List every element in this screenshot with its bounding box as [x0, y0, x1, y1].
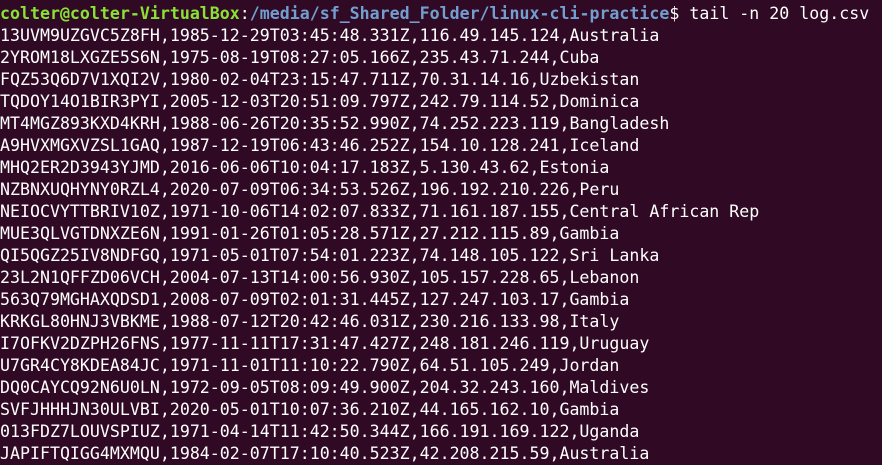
- output-line: U7GR4CY8KDEA84JC,1971-11-01T11:10:22.790…: [0, 356, 620, 375]
- prompt-user-host: colter@colter-VirtualBox: [0, 4, 240, 23]
- output-line: 23L2N1QFFZD06VCH,2004-07-13T14:00:56.930…: [0, 268, 640, 287]
- command-text: tail -n 20 log.csv: [689, 4, 870, 23]
- output-line: 013FDZ7LOUVSPIUZ,1971-04-14T11:42:50.344…: [0, 422, 640, 441]
- output-line: MHQ2ER2D3943YJMD,2016-06-06T10:04:17.183…: [0, 158, 610, 177]
- output-line: DQ0CAYCQ92N6U0LN,1972-09-05T08:09:49.900…: [0, 378, 650, 397]
- prompt-separator: :: [239, 4, 250, 23]
- output-line: QI5QGZ25IV8NDFGQ,1971-05-01T07:54:01.223…: [0, 246, 660, 265]
- output-line: SVFJHHHJN30ULVBI,2020-05-01T10:07:36.210…: [0, 400, 620, 419]
- output-line: KRKGL80HNJ3VBKME,1988-07-12T20:42:46.031…: [0, 312, 620, 331]
- output-line: FQZ53Q6D7V1XQI2V,1980-02-04T23:15:47.711…: [0, 70, 640, 89]
- output-line: I7OFKV2DZPH26FNS,1977-11-11T17:31:47.427…: [0, 334, 650, 353]
- prompt-symbol: $: [669, 4, 690, 23]
- terminal-window[interactable]: colter@colter-VirtualBox:/media/sf_Share…: [0, 3, 882, 463]
- output-line: NEIOCVYTTBRIV10Z,1971-10-06T14:02:07.833…: [0, 202, 760, 221]
- output-line: 563Q79MGHAXQDSD1,2008-07-09T02:01:31.445…: [0, 290, 630, 309]
- output-line: TQDOY14O1BIR3PYI,2005-12-03T20:51:09.797…: [0, 92, 640, 111]
- output-line: A9HVXMGXVZSL1GAQ,1987-12-19T06:43:46.252…: [0, 136, 640, 155]
- output-line: 13UVM9UZGVC5Z8FH,1985-12-29T03:45:48.331…: [0, 26, 660, 45]
- output-line: 2YROM18LXGZE5S6N,1975-08-19T08:27:05.166…: [0, 48, 600, 67]
- output-line: MUE3QLVGTDNXZE6N,1991-01-26T01:05:28.571…: [0, 224, 620, 243]
- output-line: JAPIFTQIGG4MXMQU,1984-02-07T17:10:40.523…: [0, 444, 650, 463]
- output-line: NZBNXUQHYNY0RZL4,2020-07-09T06:34:53.526…: [0, 180, 620, 199]
- output-line: MT4MGZ893KXD4KRH,1988-06-26T20:35:52.990…: [0, 114, 670, 133]
- prompt-line: colter@colter-VirtualBox:/media/sf_Share…: [0, 3, 882, 25]
- prompt-path: /media/sf_Shared_Folder/linux-cli-practi…: [249, 4, 670, 23]
